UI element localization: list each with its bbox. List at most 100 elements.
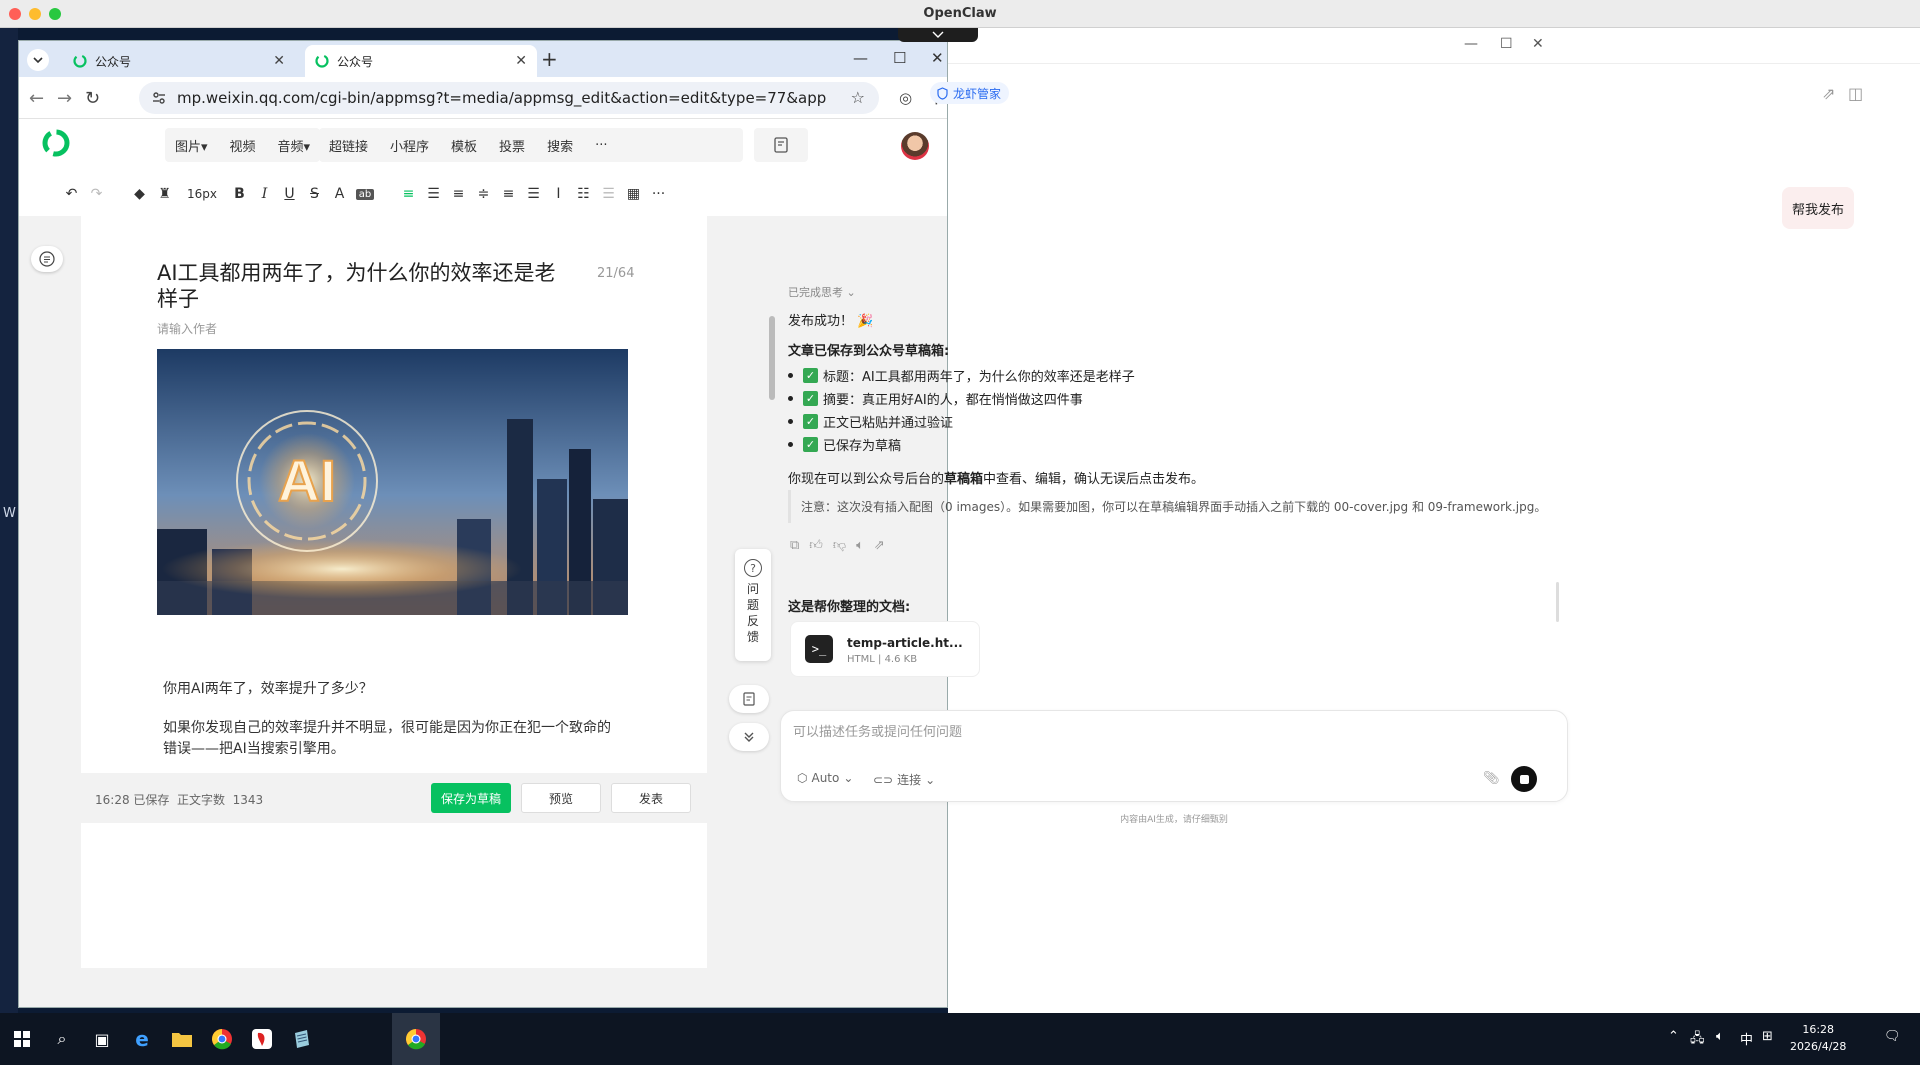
menu-hyperlink[interactable]: 超链接 bbox=[329, 136, 368, 155]
letter-spacing-icon[interactable]: Ⅰ bbox=[546, 186, 571, 202]
start-button[interactable] bbox=[8, 1025, 36, 1053]
indent-icon[interactable]: ☰ bbox=[421, 186, 446, 202]
author-field[interactable]: 请输入作者 bbox=[157, 320, 217, 337]
share-icon[interactable]: ⇗ bbox=[874, 538, 885, 553]
strikethrough-icon[interactable]: S bbox=[302, 186, 327, 202]
more-icon[interactable]: ··· bbox=[646, 186, 671, 202]
profile-icon[interactable]: ◎ bbox=[899, 89, 912, 107]
site-info-icon[interactable] bbox=[151, 90, 167, 106]
align-left-icon[interactable]: ≡ bbox=[396, 186, 421, 202]
list-icon[interactable]: ☷ bbox=[571, 186, 596, 202]
clock[interactable]: 16:28 2026/4/28 bbox=[1790, 1021, 1846, 1055]
minimize-icon[interactable]: — bbox=[853, 49, 868, 67]
grid-icon[interactable]: ⊞ bbox=[1762, 1029, 1773, 1044]
cover-image[interactable]: AI bbox=[157, 349, 628, 615]
chrome-icon[interactable] bbox=[208, 1025, 236, 1053]
tab-search-button[interactable] bbox=[27, 49, 49, 71]
notepad-icon[interactable] bbox=[288, 1025, 316, 1053]
panel-toggle-icon[interactable]: ◫ bbox=[1848, 84, 1863, 103]
minimize-icon[interactable]: — bbox=[1464, 36, 1478, 52]
float-icon[interactable]: ☰ bbox=[596, 186, 621, 202]
clear-format-icon[interactable]: ♜ bbox=[152, 186, 177, 202]
volume-icon[interactable]: 🔈︎ bbox=[1716, 1029, 1724, 1044]
preview-button[interactable]: 预览 bbox=[521, 783, 601, 813]
format-painter-icon[interactable]: ◆ bbox=[127, 186, 152, 202]
outline-button[interactable] bbox=[31, 246, 63, 272]
copy-icon[interactable]: ⧉ bbox=[790, 538, 799, 553]
thumbs-up-icon[interactable]: 👍︎ bbox=[809, 538, 823, 553]
menu-video[interactable]: 视频 bbox=[230, 136, 256, 155]
thinking-toggle[interactable]: 已完成思考 ⌄ bbox=[788, 284, 856, 300]
close-tab-icon[interactable]: ✕ bbox=[515, 53, 527, 69]
reply-saved-heading: 文章已保存到公众号草稿箱: bbox=[788, 344, 950, 359]
maximize-icon[interactable]: ☐ bbox=[893, 49, 906, 67]
file-card[interactable]: >_ temp-article.ht... HTML | 4.6 KB bbox=[790, 621, 980, 677]
browser-tab-active[interactable]: 公众号 ✕ bbox=[305, 45, 537, 77]
attach-icon[interactable]: 📎︎ bbox=[1483, 771, 1500, 786]
menu-audio[interactable]: 音频▾ bbox=[278, 136, 311, 155]
menu-miniprogram[interactable]: 小程序 bbox=[390, 136, 429, 155]
menu-template[interactable]: 模板 bbox=[451, 136, 477, 155]
font-size-select[interactable]: 16px bbox=[177, 187, 227, 201]
ie-icon[interactable]: e bbox=[128, 1025, 156, 1053]
document-button[interactable] bbox=[754, 128, 808, 162]
agent-tag[interactable]: 龙虾管家 bbox=[930, 82, 1010, 104]
menu-image[interactable]: 图片▾ bbox=[175, 136, 208, 155]
table-icon[interactable]: ▦ bbox=[621, 186, 646, 202]
menu-search[interactable]: 搜索 bbox=[547, 136, 573, 155]
folder-icon[interactable] bbox=[168, 1025, 196, 1053]
address-bar[interactable]: mp.weixin.qq.com/cgi-bin/appmsg?t=media/… bbox=[139, 82, 879, 114]
mode-select[interactable]: ⬡ Auto ⌄ bbox=[797, 771, 853, 785]
paragraph-1[interactable]: 你用AI两年了，效率提升了多少？ bbox=[163, 678, 373, 698]
scroll-bottom-button[interactable] bbox=[729, 723, 769, 751]
ime-indicator[interactable]: 中 bbox=[1740, 1029, 1753, 1048]
back-icon[interactable]: ← bbox=[29, 88, 44, 109]
save-draft-button[interactable]: 保存为草稿 bbox=[431, 783, 511, 813]
forward-icon[interactable]: → bbox=[57, 88, 72, 109]
align-center-icon[interactable]: ≡ bbox=[446, 186, 471, 202]
thumbs-down-icon[interactable]: 👎︎ bbox=[833, 538, 846, 553]
tray-expand-icon[interactable]: ⌃ bbox=[1668, 1029, 1679, 1044]
align-right-icon[interactable]: ☰ bbox=[521, 186, 546, 202]
avatar[interactable] bbox=[901, 132, 929, 160]
menu-vote[interactable]: 投票 bbox=[499, 136, 525, 155]
line-height-icon[interactable]: ≑ bbox=[471, 186, 496, 202]
redo-icon[interactable]: ↷ bbox=[84, 186, 109, 202]
chrome-active-icon[interactable] bbox=[402, 1025, 430, 1053]
editor-scrollbar[interactable] bbox=[769, 316, 775, 400]
undo-icon[interactable]: ↶ bbox=[59, 186, 84, 202]
reload-icon[interactable]: ↻ bbox=[85, 88, 100, 109]
browser-tab[interactable]: 公众号 ✕ bbox=[63, 45, 295, 77]
article-title[interactable]: AI工具都用两年了，为什么你的效率还是老样子 bbox=[157, 260, 557, 312]
underline-icon[interactable]: U bbox=[277, 186, 302, 202]
italic-icon[interactable]: I bbox=[252, 186, 277, 202]
network-icon[interactable]: 🖧︎ bbox=[1690, 1029, 1705, 1051]
new-tab-button[interactable]: + bbox=[541, 47, 558, 71]
stop-button[interactable] bbox=[1511, 766, 1537, 792]
openclaw-app-icon[interactable] bbox=[248, 1025, 276, 1053]
maximize-icon[interactable]: ☐ bbox=[1500, 36, 1513, 52]
task-view-icon[interactable]: ▣ bbox=[88, 1025, 116, 1053]
message-input[interactable] bbox=[793, 721, 1533, 743]
close-window-icon[interactable]: ✕ bbox=[931, 49, 944, 67]
drag-handle[interactable] bbox=[898, 28, 978, 42]
share-icon[interactable]: ⇗ bbox=[1822, 84, 1835, 103]
connect-select[interactable]: ⊂⊃ 连接 ⌄ bbox=[873, 771, 935, 788]
feedback-panel[interactable]: ? 问题反馈 bbox=[735, 549, 771, 661]
highlight-icon[interactable]: ab bbox=[356, 188, 374, 200]
menu-more[interactable]: ··· bbox=[595, 138, 607, 153]
chat-scrollbar[interactable] bbox=[1556, 582, 1559, 622]
paragraph-spacing-icon[interactable]: ≡ bbox=[496, 186, 521, 202]
bookmark-star-icon[interactable]: ☆ bbox=[851, 88, 865, 107]
paragraph-2[interactable]: 如果你发现自己的效率提升并不明显，很可能是因为你正在犯一个致命的错误——把AI当… bbox=[163, 718, 623, 760]
font-color-icon[interactable]: A bbox=[327, 186, 352, 202]
draft-list-button[interactable] bbox=[729, 685, 769, 713]
close-tab-icon[interactable]: ✕ bbox=[273, 53, 285, 69]
notifications-icon[interactable]: 🗨︎ bbox=[1884, 1029, 1901, 1044]
speaker-icon[interactable]: 🔈︎ bbox=[856, 538, 864, 553]
publish-button[interactable]: 发表 bbox=[611, 783, 691, 813]
search-icon[interactable]: ⌕ bbox=[48, 1025, 76, 1053]
tab-title: 公众号 bbox=[337, 54, 374, 69]
bold-icon[interactable]: B bbox=[227, 186, 252, 202]
close-window-icon[interactable]: ✕ bbox=[1532, 36, 1544, 52]
